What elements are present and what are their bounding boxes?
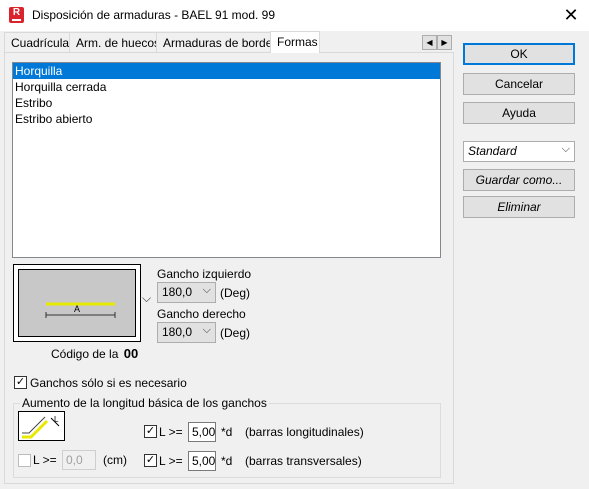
hook-bend-icon: L bbox=[22, 415, 60, 439]
length-cm-input[interactable]: 0,0 bbox=[62, 450, 96, 470]
tab-arm-huecos[interactable]: Arm. de huecos bbox=[69, 32, 160, 52]
tab-cuadriculas[interactable]: Cuadrículas bbox=[4, 32, 75, 52]
trans-bars-label: L >= bbox=[159, 454, 183, 468]
only-if-needed-label: Ganchos sólo si es necesario bbox=[30, 376, 187, 390]
right-hook-select[interactable]: 180,0 ⌵ bbox=[157, 322, 216, 343]
right-hook-label: Gancho derecho bbox=[157, 307, 246, 321]
ok-button[interactable]: OK bbox=[463, 43, 575, 65]
tab-armaduras-bordes[interactable]: Armaduras de bordes bbox=[156, 32, 278, 52]
list-item[interactable]: Horquilla cerrada bbox=[13, 79, 440, 95]
shape-preview: A bbox=[13, 264, 141, 342]
list-item[interactable]: Estribo abierto bbox=[13, 111, 440, 127]
long-bars-input[interactable]: 5,00 bbox=[188, 422, 216, 442]
length-cm-checkbox[interactable] bbox=[18, 454, 31, 467]
only-if-needed-checkbox[interactable]: ✓ bbox=[14, 376, 27, 389]
code-caption: Código de la bbox=[51, 347, 119, 361]
length-group-title: Aumento de la longitud básica de los gan… bbox=[20, 396, 269, 410]
long-bars-checkbox[interactable]: ✓ bbox=[144, 425, 157, 438]
left-hook-unit: (Deg) bbox=[220, 286, 251, 300]
chevron-down-icon: ⌵ bbox=[202, 324, 211, 336]
length-cm-label: L >= bbox=[33, 453, 57, 467]
trans-bars-input[interactable]: 5,00 bbox=[188, 451, 216, 471]
delete-button[interactable]: Eliminar bbox=[463, 196, 575, 218]
trans-bars-unit: *d bbox=[221, 454, 233, 468]
chevron-down-icon[interactable]: ⌵ bbox=[142, 291, 151, 306]
list-item[interactable]: Estribo bbox=[13, 95, 440, 111]
title-bar: R Disposición de armaduras - BAEL 91 mod… bbox=[0, 0, 589, 31]
trans-bars-checkbox[interactable]: ✓ bbox=[144, 454, 157, 467]
hook-length-preview: L bbox=[18, 411, 65, 441]
right-hook-unit: (Deg) bbox=[220, 326, 251, 340]
length-cm-unit: (cm) bbox=[103, 453, 127, 467]
tab-scroll: ◀ ▶ bbox=[422, 34, 454, 50]
tab-formas[interactable]: Formas bbox=[270, 31, 320, 53]
save-as-button[interactable]: Guardar como... bbox=[463, 169, 575, 191]
cancel-button[interactable]: Cancelar bbox=[463, 73, 575, 95]
tab-scroll-right-icon[interactable]: ▶ bbox=[437, 35, 452, 50]
app-icon: R bbox=[9, 7, 24, 23]
long-bars-desc: (barras longitudinales) bbox=[245, 425, 364, 439]
long-bars-label: L >= bbox=[159, 425, 183, 439]
svg-text:L: L bbox=[54, 415, 59, 424]
close-button[interactable]: ✕ bbox=[556, 3, 586, 27]
standard-select[interactable]: Standard ⌵ bbox=[463, 141, 575, 162]
chevron-down-icon: ⌵ bbox=[561, 143, 570, 155]
shape-code-label: Código de la 00 bbox=[51, 346, 138, 361]
tab-scroll-left-icon[interactable]: ◀ bbox=[422, 35, 437, 50]
window-title: Disposición de armaduras - BAEL 91 mod. … bbox=[32, 8, 276, 22]
trans-bars-desc: (barras transversales) bbox=[245, 454, 362, 468]
shapes-list[interactable]: Horquilla Horquilla cerrada Estribo Estr… bbox=[12, 62, 441, 258]
dimension-label: A bbox=[74, 304, 81, 314]
code-value: 00 bbox=[123, 346, 139, 361]
left-hook-select[interactable]: 180,0 ⌵ bbox=[157, 282, 216, 303]
chevron-down-icon: ⌵ bbox=[202, 284, 211, 296]
long-bars-unit: *d bbox=[221, 425, 233, 439]
list-item[interactable]: Horquilla bbox=[13, 63, 440, 79]
left-hook-label: Gancho izquierdo bbox=[157, 267, 252, 281]
shape-canvas: A bbox=[18, 269, 136, 337]
help-button[interactable]: Ayuda bbox=[463, 102, 575, 124]
